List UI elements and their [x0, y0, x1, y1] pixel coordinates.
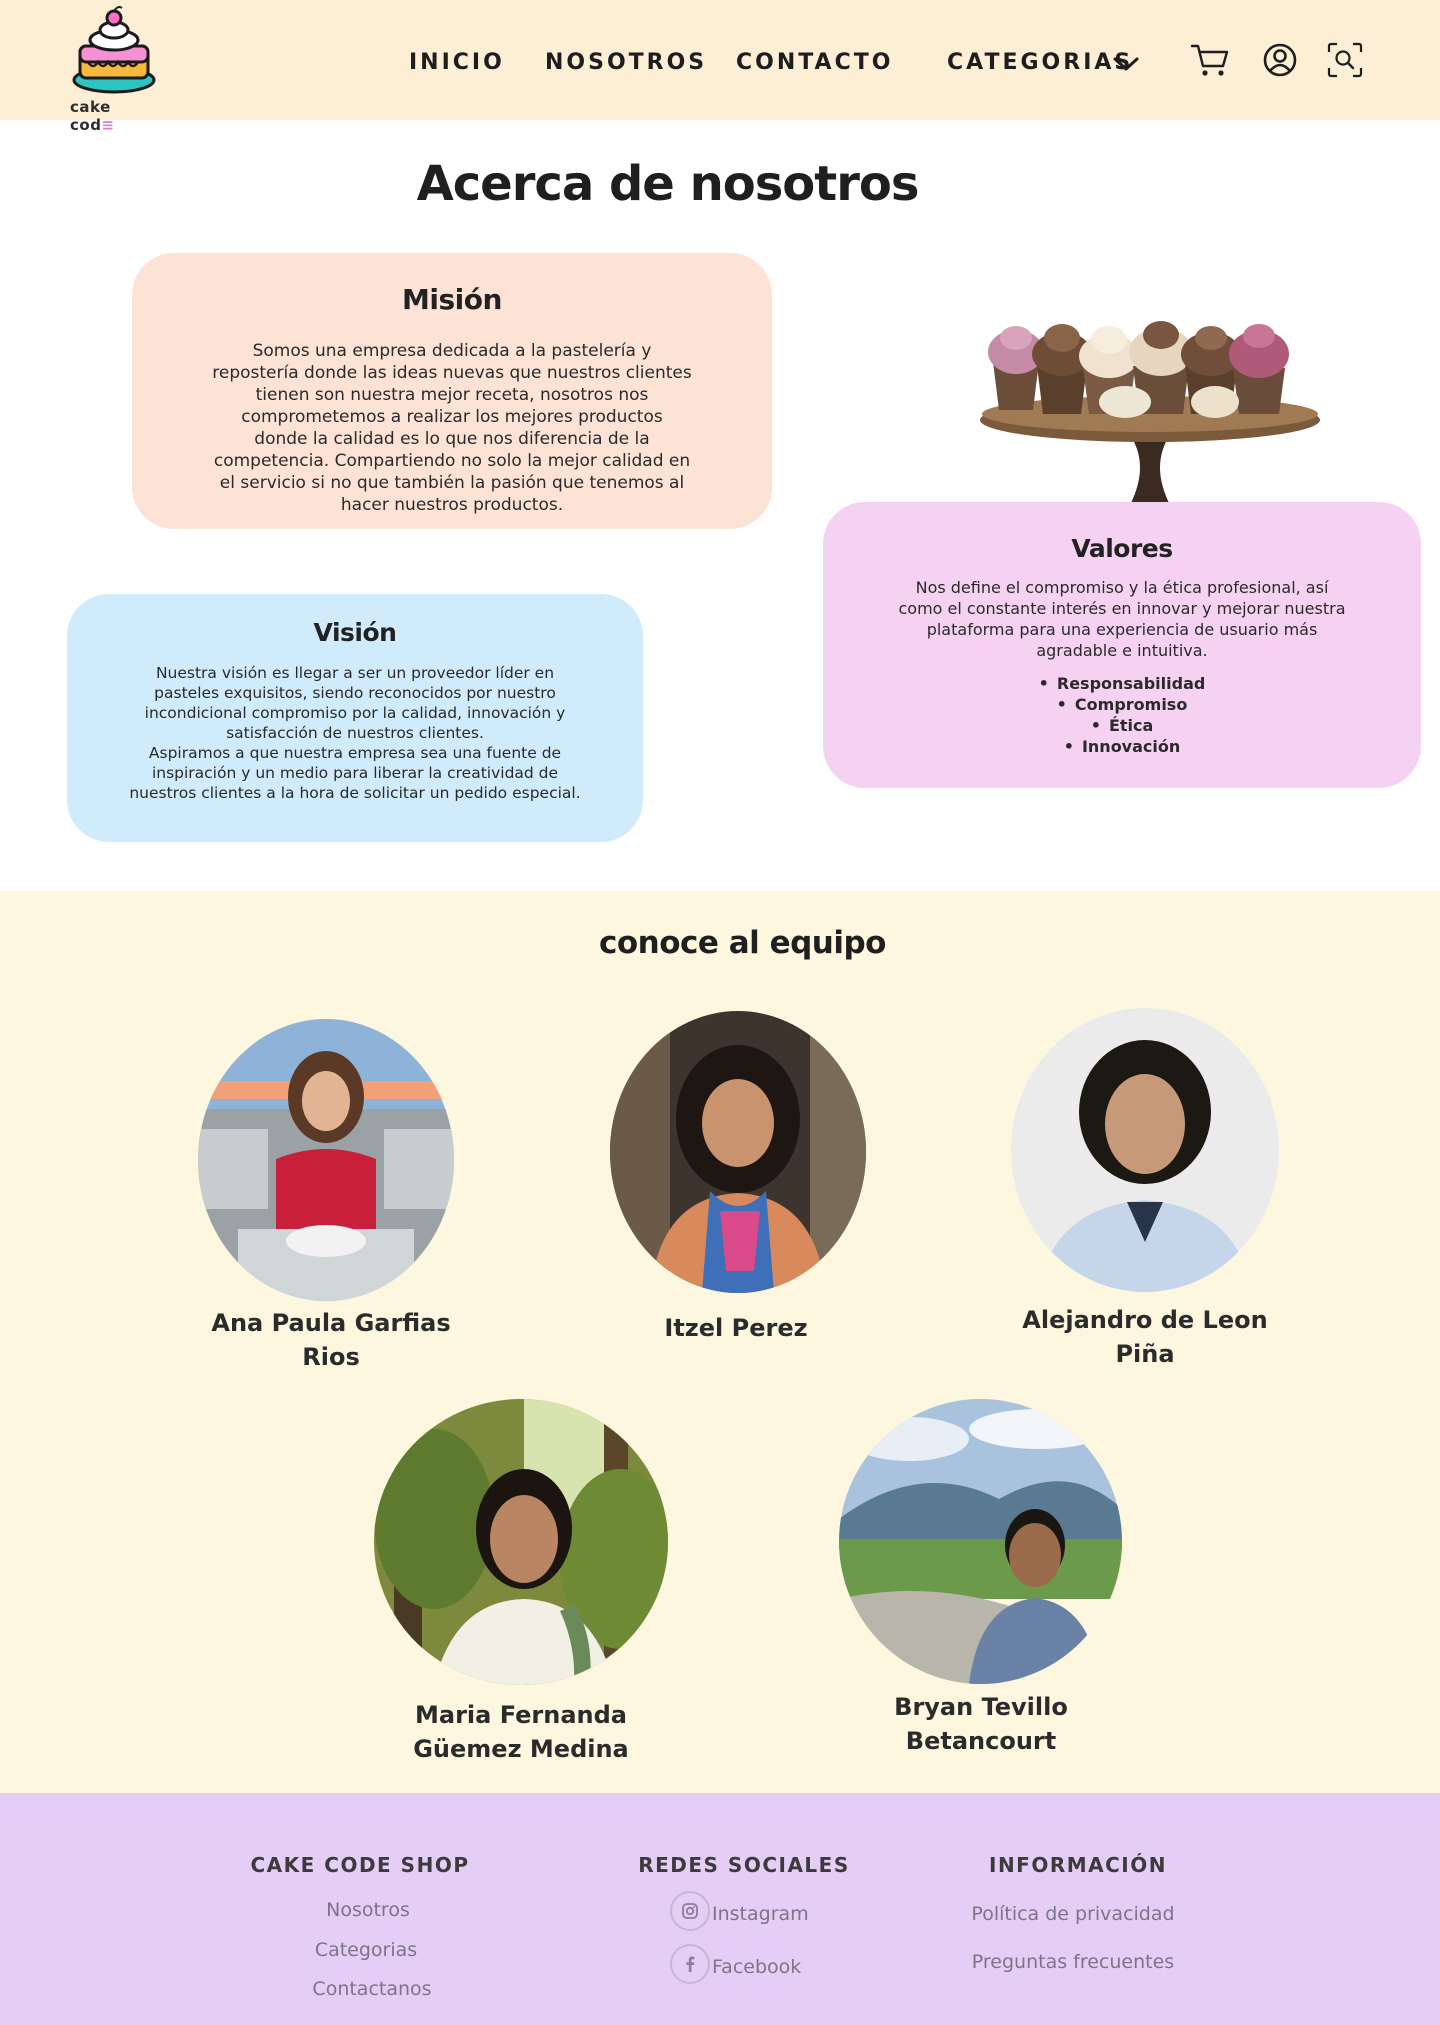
member-name: Alejandro de Leon Piña [1022, 1306, 1268, 1368]
chevron-down-icon[interactable] [1112, 54, 1140, 74]
footer-link-privacidad[interactable]: Política de privacidad [943, 1903, 1203, 1925]
member-photo-ana-paula [198, 1019, 454, 1301]
nav-categorias[interactable]: CATEGORIAS [947, 50, 1133, 75]
site-footer: CAKE CODE SHOP Nosotros Categorias Conta… [0, 1793, 1440, 2025]
mision-text: Somos una empresa dedicada a la pasteler… [212, 341, 692, 515]
member-name: Itzel Perez [664, 1314, 808, 1342]
member-name: Bryan Tevillo Betancourt [894, 1693, 1068, 1755]
mision-title: Misión [402, 283, 502, 316]
search-icon[interactable] [1325, 40, 1365, 80]
page-title: Acerca de nosotros [416, 156, 920, 212]
footer-link-contactanos[interactable]: Contactanos [272, 1978, 472, 2000]
nav-inicio[interactable]: INICIO [409, 50, 505, 75]
nav-contacto[interactable]: CONTACTO [736, 50, 893, 75]
logo-text: cake cod≡ [70, 98, 115, 134]
valores-item: Ética [893, 715, 1351, 736]
footer-social-title: REDES SOCIALES [638, 1853, 850, 1877]
footer-link-faq[interactable]: Preguntas frecuentes [943, 1951, 1203, 1973]
team-title: conoce al equipo [599, 925, 886, 961]
cart-icon[interactable] [1190, 40, 1230, 80]
logo[interactable]: cake cod≡ [68, 6, 160, 134]
footer-shop-title: CAKE CODE SHOP [250, 1853, 470, 1877]
valores-item: Compromiso [893, 694, 1351, 715]
footer-link-nosotros[interactable]: Nosotros [268, 1899, 468, 1921]
site-header: cake cod≡ INICIO NOSOTROS CONTACTO CATEG… [0, 0, 1440, 134]
footer-link-categorias[interactable]: Categorias [266, 1939, 466, 1961]
cupcake-stand-image [980, 321, 1320, 505]
vision-card: Visión Nuestra visión es llegar a ser un… [67, 594, 643, 842]
instagram-icon[interactable] [670, 1891, 710, 1931]
member-photo-itzel [610, 1011, 866, 1293]
valores-item: Responsabilidad [893, 673, 1351, 694]
footer-info-title: INFORMACIÓN [989, 1853, 1167, 1877]
member-photo-maria-fernanda [374, 1399, 668, 1685]
cake-logo-icon [72, 6, 156, 94]
mision-card: Misión Somos una empresa dedicada a la p… [132, 253, 772, 529]
valores-title: Valores [1071, 534, 1173, 563]
valores-item: Innovación [893, 736, 1351, 757]
footer-link-instagram[interactable]: Instagram [712, 1903, 809, 1925]
member-photo-alejandro [1011, 1008, 1279, 1292]
vision-text-2: Aspiramos a que nuestra empresa sea una … [129, 744, 581, 802]
vision-text: Nuestra visión es llegar a ser un provee… [144, 664, 566, 742]
nav-nosotros[interactable]: NOSOTROS [545, 50, 707, 75]
footer-link-facebook[interactable]: Facebook [712, 1956, 801, 1978]
valores-card: Valores Nos define el compromiso y la ét… [823, 502, 1421, 788]
user-icon[interactable] [1260, 40, 1300, 80]
facebook-icon[interactable] [670, 1944, 710, 1984]
member-photo-bryan [839, 1399, 1122, 1684]
team-section: conoce al equipo Ana Paula Garfias Rios [0, 891, 1440, 1793]
valores-text: Nos define el compromiso y la ética prof… [898, 578, 1346, 660]
member-name: Maria Fernanda Güemez Medina [413, 1701, 629, 1763]
menu-lines-icon: ≡ [101, 116, 115, 134]
member-name: Ana Paula Garfias Rios [211, 1309, 451, 1371]
valores-list: Responsabilidad Compromiso Ética Innovac… [893, 673, 1351, 757]
vision-title: Visión [313, 618, 397, 647]
